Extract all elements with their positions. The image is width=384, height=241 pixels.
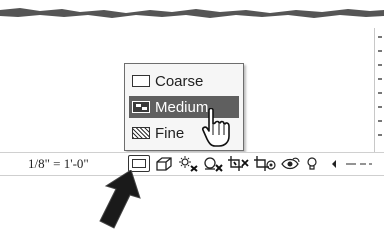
temporary-hide-button[interactable]	[280, 156, 302, 172]
right-panel-marks	[378, 36, 384, 146]
reveal-hidden-icon	[307, 157, 317, 170]
scroll-left-icon	[332, 160, 336, 168]
fine-detail-icon	[132, 127, 150, 139]
scroll-left-button[interactable]	[330, 156, 338, 172]
menu-item-coarse[interactable]: Coarse	[129, 70, 239, 92]
sun-path-icon	[179, 156, 198, 172]
sun-path-button[interactable]	[176, 156, 200, 172]
menu-item-fine-label: Fine	[155, 124, 185, 142]
reveal-hidden-button[interactable]	[305, 156, 319, 172]
show-crop-region-button[interactable]	[253, 156, 277, 172]
visual-style-button[interactable]	[154, 156, 174, 172]
status-bar-trailing-marks	[344, 156, 374, 172]
coarse-detail-icon	[132, 75, 150, 87]
view-scale[interactable]: 1/8" = 1'-0"	[28, 156, 89, 172]
crop-view-button[interactable]	[227, 156, 251, 172]
temporary-hide-icon	[281, 157, 300, 170]
visual-style-icon	[156, 157, 172, 171]
medium-detail-icon	[132, 101, 150, 113]
hand-cursor-icon	[202, 108, 230, 147]
shadows-button[interactable]	[203, 156, 225, 172]
view-control-bar: 1/8" = 1'-0"	[0, 152, 384, 176]
callout-arrow-icon	[99, 170, 141, 229]
shadows-icon	[204, 157, 223, 172]
menu-item-coarse-label: Coarse	[155, 72, 204, 90]
detail-level-icon	[132, 159, 146, 168]
show-crop-region-icon	[254, 156, 276, 171]
crop-view-icon	[228, 156, 249, 171]
torn-paper-edge	[0, 8, 384, 18]
